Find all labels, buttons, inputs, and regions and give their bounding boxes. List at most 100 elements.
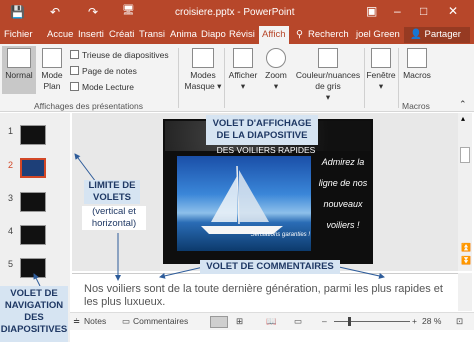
color-grayscale-button[interactable]: Couleur/nuances de gris ▾ [292, 46, 364, 103]
reading-view-button[interactable]: Mode Lecture [70, 82, 134, 92]
zoom-button[interactable]: Zoom ▾ [262, 46, 290, 92]
window-icon [371, 48, 391, 68]
photo-caption: Sensations garanties ! [250, 232, 310, 238]
slide-number: 4 [8, 226, 14, 236]
scroll-up-icon[interactable]: ▴ [461, 114, 465, 123]
callout-slide-view: VOLET D'AFFICHAGE DE LA DIAPOSITIVE [206, 115, 318, 145]
ribbon-separator [398, 48, 399, 108]
reading-view-icon [70, 82, 79, 91]
callout-pane-limit: LIMITE DE VOLETS [84, 180, 140, 204]
ribbon-separator [178, 48, 179, 108]
window-title: croisiere.pptx - PowerPoint [175, 7, 295, 18]
slide-sorter-icon [70, 50, 79, 59]
notes-toggle-icon[interactable]: ≐ [73, 316, 80, 327]
group-label-views: Affichages des présentations [34, 101, 143, 111]
slide-thumbnail[interactable] [20, 125, 46, 145]
reading-view-label: Mode Lecture [82, 82, 134, 92]
macros-label: Macros [403, 70, 431, 80]
tab-creation[interactable]: Créati [109, 29, 134, 40]
minimize-button[interactable]: – [394, 4, 401, 18]
slideshow-status-icon[interactable]: ▭ [294, 316, 302, 327]
zoom-out-button[interactable]: – [322, 316, 327, 326]
macros-icon [407, 48, 427, 68]
maximize-button[interactable]: □ [420, 4, 427, 18]
ribbon-tabs: Fichier Accue Inserti Créati Transi Anim… [0, 26, 474, 44]
slide-subtitle: DES VOILIERS RAPIDES [216, 145, 316, 155]
color-grayscale-icon [318, 48, 338, 68]
zoom-slider-thumb[interactable] [348, 317, 351, 326]
undo-icon[interactable]: ↶ [50, 5, 60, 19]
macros-button[interactable]: Macros [400, 46, 434, 81]
notes-pane[interactable]: Nos voiliers sont de la toute dernière g… [72, 273, 458, 311]
outline-view-button[interactable]: Mode Plan [37, 46, 67, 92]
outline-view-label: Mode Plan [41, 70, 63, 91]
notes-toggle-button[interactable]: Notes [84, 316, 106, 326]
thumbnail-scrollbar[interactable] [60, 113, 70, 313]
show-label: Afficher [228, 70, 258, 80]
slide-thumbnail[interactable] [20, 258, 46, 278]
comments-toggle-button[interactable]: Commentaires [133, 316, 188, 326]
notes-page-label: Page de notes [82, 66, 137, 76]
slide-thumbnail[interactable] [20, 158, 46, 178]
slide-number: 5 [8, 259, 14, 269]
share-button[interactable]: 👤 Partager [404, 27, 470, 43]
color-grayscale-label: Couleur/nuances de gris [295, 70, 361, 91]
fit-slide-icon[interactable]: ⊡ [456, 316, 463, 327]
search-icon[interactable]: ⚲ [296, 29, 303, 40]
tab-diaporama[interactable]: Diapo [201, 29, 226, 40]
reading-view-status-icon[interactable]: 📖 [266, 316, 277, 327]
notes-page-icon [70, 66, 79, 75]
tab-accueil[interactable]: Accue [47, 29, 73, 40]
user-name[interactable]: joel Green [356, 29, 400, 40]
notes-page-button[interactable]: Page de notes [70, 66, 137, 76]
master-views-label: Modes Masque [184, 70, 216, 91]
normal-view-button[interactable]: Normal [2, 46, 36, 81]
outline-view-icon [42, 48, 62, 68]
tab-insertion[interactable]: Inserti [78, 29, 104, 40]
normal-view-icon [7, 48, 31, 68]
show-icon [233, 48, 253, 68]
notes-scrollbar[interactable] [458, 273, 472, 311]
tab-transitions[interactable]: Transi [139, 29, 165, 40]
zoom-slider[interactable] [334, 321, 410, 322]
status-bar: ≐ Notes ▭ Commentaires ⊞ 📖 ▭ – + 28 % ⊡ [70, 312, 474, 330]
ribbon-options-icon[interactable]: ▣ [366, 4, 377, 18]
slide-sorter-button[interactable]: Trieuse de diapositives [70, 50, 169, 60]
tab-animations[interactable]: Anima [170, 29, 197, 40]
zoom-level[interactable]: 28 % [422, 316, 441, 326]
search-label[interactable]: Recherch [308, 29, 349, 40]
sorter-view-status-icon[interactable]: ⊞ [236, 316, 243, 327]
slide-thumbnail[interactable] [20, 192, 46, 212]
tab-revision[interactable]: Révisi [229, 29, 255, 40]
share-label: Partager [424, 29, 461, 40]
close-button[interactable]: ✕ [448, 4, 458, 18]
normal-view-status-icon[interactable] [210, 316, 228, 328]
callout-comments-pane: VOLET DE COMMENTAIRES [200, 260, 340, 274]
slide-scroll-thumb[interactable] [460, 147, 470, 163]
slide-number: 3 [8, 193, 14, 203]
save-icon[interactable]: 💾 [10, 5, 25, 19]
show-button[interactable]: Afficher ▾ [226, 46, 260, 92]
previous-slide-icon[interactable]: ⏫ [461, 243, 471, 252]
present-icon[interactable]: 🖥 [122, 5, 135, 16]
notes-text: Nos voiliers sont de la toute dernière g… [84, 283, 443, 308]
ribbon: Normal Mode Plan Trieuse de diapositives… [0, 44, 474, 112]
title-bar: 💾 ↶ ↷ 🖥 croisiere.pptx - PowerPoint ▣ – … [0, 0, 474, 26]
slide-thumbnail[interactable] [20, 225, 46, 245]
slide-number: 2 [8, 160, 14, 170]
group-label-macros: Macros [402, 101, 430, 111]
window-button[interactable]: Fenêtre ▾ [365, 46, 397, 92]
collapse-ribbon-icon[interactable]: ⌃ [459, 99, 467, 110]
comments-icon[interactable]: ▭ [122, 316, 130, 327]
tab-fichier[interactable]: Fichier [4, 29, 33, 40]
zoom-in-button[interactable]: + [412, 316, 417, 326]
slide-body-text: Admirez la ligne de nos nouveaux voilier… [318, 157, 368, 230]
redo-icon[interactable]: ↷ [88, 5, 98, 19]
tab-affichage[interactable]: Affich [259, 26, 289, 44]
slide-number: 1 [8, 126, 14, 136]
master-views-button[interactable]: Modes Masque ▾ [183, 46, 223, 92]
next-slide-icon[interactable]: ⏬ [461, 256, 471, 265]
zoom-label: Zoom [265, 70, 287, 80]
zoom-icon [266, 48, 286, 68]
callout-navigation-pane: VOLET DE NAVIGATION DES DIAPOSITIVES [0, 286, 68, 342]
